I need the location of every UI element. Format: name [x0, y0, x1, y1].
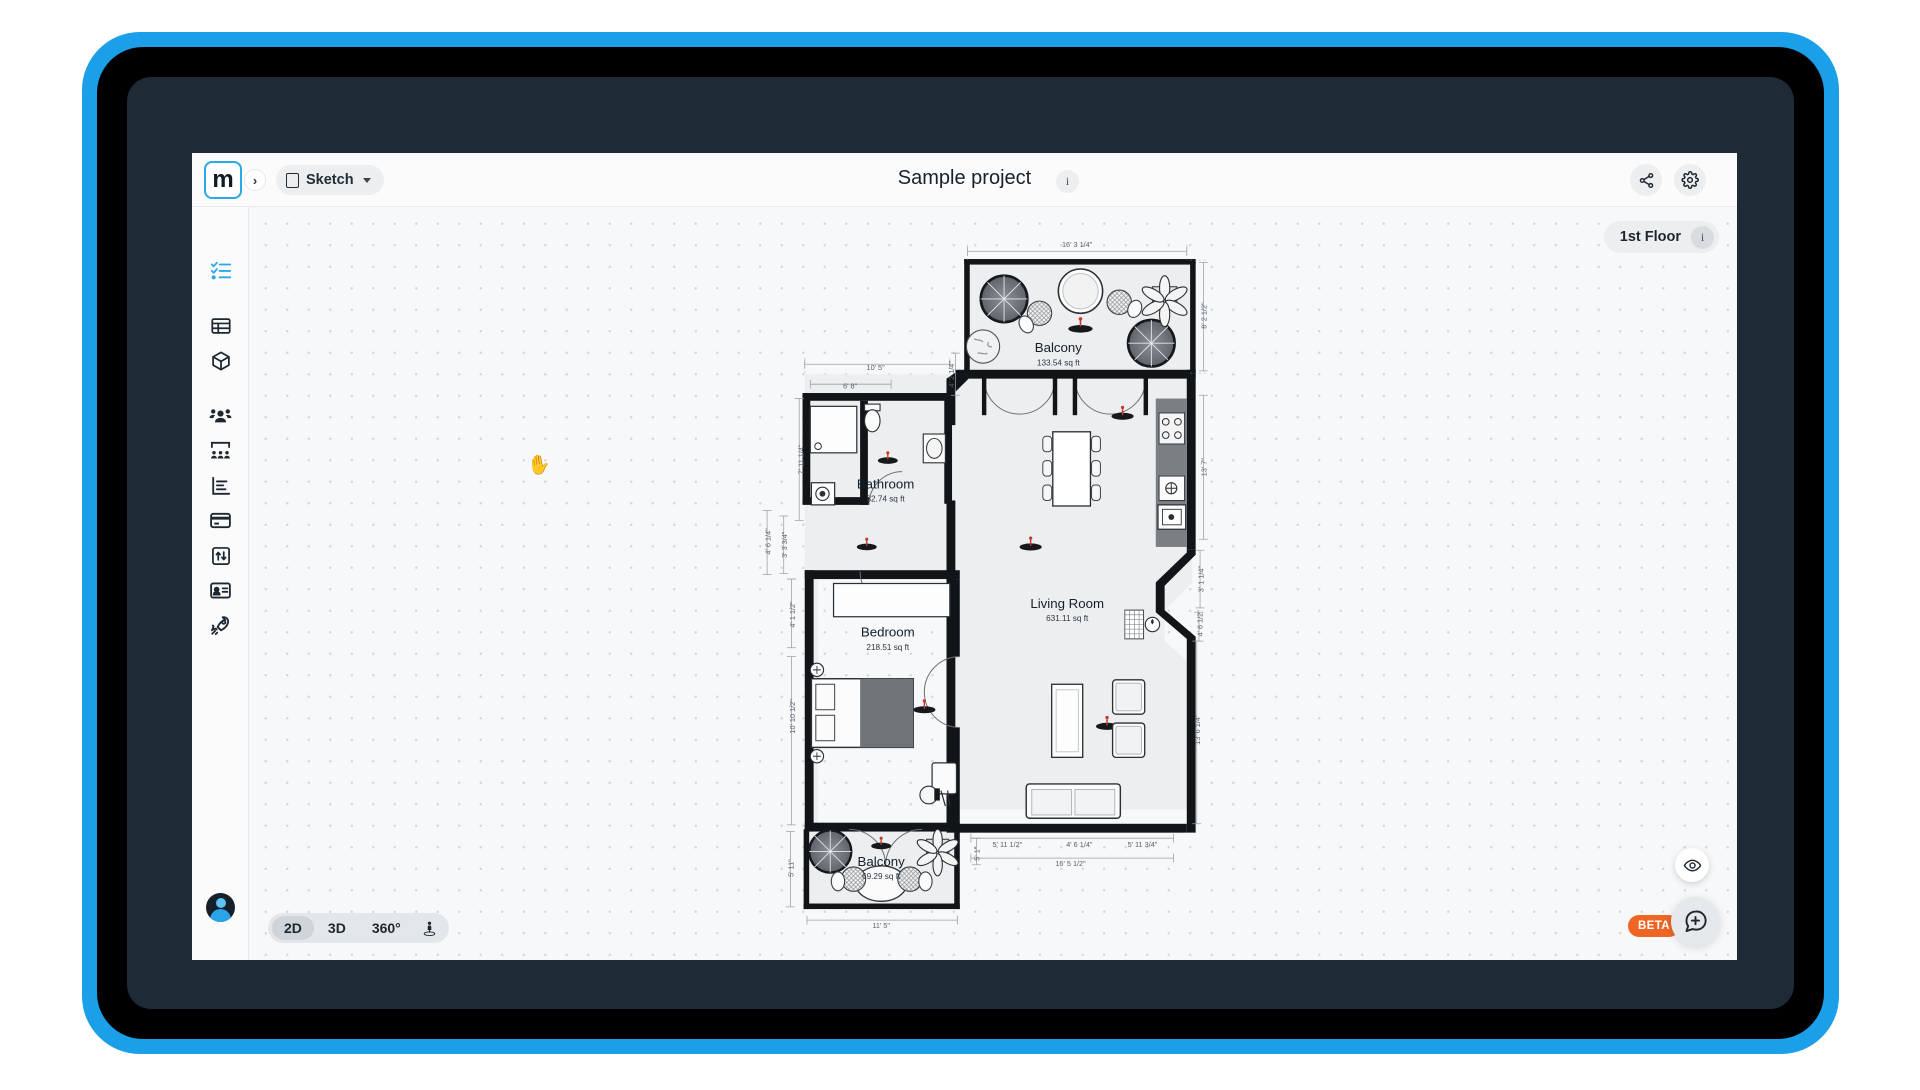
dimension-label: 16' 5 1/2": [1055, 859, 1086, 868]
room-name: Balcony: [858, 854, 906, 869]
rocket-icon: [210, 616, 230, 636]
avatar-head: [215, 898, 226, 908]
room-name: Balcony: [1035, 340, 1083, 355]
floorplan-canvas[interactable]: ✋ 1st Floor i 16' 3 1/4" 8' 2 1/2" 10' 5…: [249, 207, 1737, 960]
room-area: 218.51 sq ft: [866, 643, 910, 652]
top-bar: m › Sketch Sample project i: [192, 153, 1737, 207]
credit-card-icon: [210, 512, 231, 529]
dimension-label: 5' 1": [973, 846, 982, 861]
sidebar-item-reports[interactable]: [208, 473, 233, 498]
tablet-device: m › Sketch Sample project i ✋ 1st Floor …: [82, 32, 1839, 1054]
team-board-icon: [210, 441, 231, 459]
dimension-label: 5' 11": [787, 859, 796, 877]
gear-icon: [1681, 171, 1699, 189]
left-sidebar: [192, 207, 249, 960]
settings-button[interactable]: [1674, 164, 1706, 196]
view-mode-3d[interactable]: 3D: [316, 916, 358, 940]
dimension-label: 4' 1 1/2": [788, 601, 797, 628]
dimension-label: 4' 6 1/4": [1066, 840, 1093, 849]
room-name: Bathroom: [857, 476, 915, 491]
bedroom-furniture: [809, 582, 951, 764]
dimension-label: 13' 6 1/4": [1193, 714, 1202, 745]
dimension-label: 11' 5": [872, 921, 890, 930]
room-area: 133.54 sq ft: [1037, 358, 1081, 367]
dimension-label: 10' 10 1/2": [788, 699, 797, 734]
dining-table: [1042, 431, 1101, 507]
people-icon: [209, 409, 232, 423]
cube-icon: [211, 351, 230, 370]
chat-plus-icon: [1685, 910, 1707, 933]
room-area: 82.74 sq ft: [866, 495, 905, 504]
share-button[interactable]: [1630, 164, 1662, 196]
dimension-label: 8' 2 1/2": [1200, 302, 1209, 329]
dimension-label: 4' 6 1/2": [1195, 610, 1204, 637]
dimension-label: 10' 5": [867, 363, 886, 372]
sidebar-item-team[interactable]: [208, 438, 233, 463]
checklist-icon: [210, 261, 231, 279]
shrub-top: [965, 329, 1001, 364]
kitchen-units: [1155, 398, 1187, 547]
bed: [810, 678, 914, 749]
sidebar-item-contacts[interactable]: [208, 403, 233, 428]
sidebar-item-compare[interactable]: [208, 543, 233, 568]
toilet: [863, 403, 881, 433]
project-info-icon[interactable]: i: [1056, 170, 1079, 193]
id-card-icon: [210, 582, 231, 599]
view-mode-360[interactable]: 360°: [360, 916, 413, 940]
dimension-label: 16' 3 1/4": [1062, 240, 1093, 249]
sink: [922, 433, 946, 464]
visibility-button[interactable]: [1675, 848, 1709, 882]
share-icon: [1639, 172, 1653, 188]
dimension-label: 13' 7": [1200, 458, 1209, 477]
sidebar-item-launch[interactable]: [208, 613, 233, 638]
feedback-button[interactable]: [1671, 897, 1720, 946]
dimension-label: 3' 1 1/4": [1196, 566, 1205, 593]
dimension-label: 7' 11 1/4": [797, 444, 806, 474]
eye-icon: [1683, 859, 1701, 871]
room-name: Bedroom: [861, 625, 915, 640]
tablet-inner-frame: m › Sketch Sample project i ✋ 1st Floor …: [127, 77, 1794, 1009]
washer: [810, 482, 836, 506]
dimension-label: 4' 6 1/4": [763, 528, 772, 555]
page-title: Sample project: [897, 167, 1032, 189]
walkthrough-button[interactable]: [415, 920, 445, 937]
ceiling-lamp-bedroom: [913, 699, 936, 714]
dimension-label: 5' 11 1/2": [992, 840, 1022, 849]
coffee-table: [1051, 683, 1084, 759]
arrows-updown-icon: [211, 546, 230, 565]
sofa: [1025, 783, 1122, 819]
sidebar-item-profile-card[interactable]: [208, 578, 233, 603]
person-walk-icon: [424, 921, 436, 936]
sidebar-item-table[interactable]: [208, 313, 233, 338]
dimension-label: 5' 11 3/4": [1128, 840, 1158, 849]
room-name: Living Room: [1030, 596, 1104, 611]
bar-chart-icon: [211, 476, 230, 495]
room-area: 69.29 sq ft: [862, 872, 901, 881]
dimension-label: 4' 2 1/4": [947, 361, 956, 388]
view-mode-switch[interactable]: 2D 3D 360°: [268, 913, 449, 943]
room-area: 631.11 sq ft: [1046, 614, 1089, 623]
dimension-label: 3' 3 3/4": [780, 531, 789, 558]
avatar[interactable]: [206, 893, 235, 922]
sidebar-item-payments[interactable]: [208, 508, 233, 533]
app-screen: m › Sketch Sample project i ✋ 1st Floor …: [192, 153, 1737, 960]
dimension-label: 6' 8": [843, 382, 858, 391]
view-mode-2d[interactable]: 2D: [272, 916, 314, 940]
avatar-body: [210, 909, 231, 922]
tablet-bezel: m › Sketch Sample project i ✋ 1st Floor …: [97, 47, 1824, 1039]
floorplan-drawing: 16' 3 1/4" 8' 2 1/2" 10' 5" 6' 8" 4' 2 1/4" 7…: [762, 240, 1209, 930]
sidebar-item-checklist[interactable]: [208, 257, 233, 282]
table-icon: [210, 317, 231, 334]
sidebar-item-model[interactable]: [208, 348, 233, 373]
